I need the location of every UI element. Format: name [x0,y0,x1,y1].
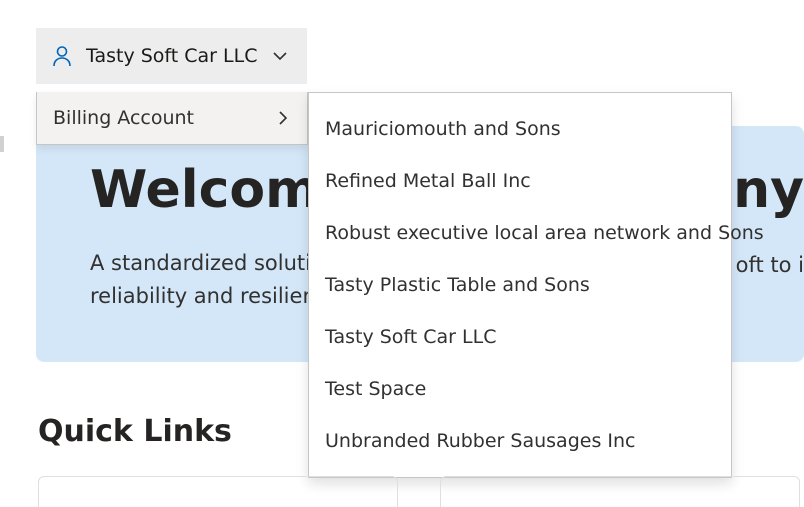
billing-account-option[interactable]: Robust executive local area network and … [309,207,731,259]
person-icon [52,45,72,67]
billing-account-option[interactable]: Tasty Plastic Table and Sons [309,259,731,311]
billing-account-option[interactable]: Refined Metal Ball Inc [309,155,731,207]
chevron-down-icon [271,47,289,65]
quick-links-section: Quick Links [38,414,232,449]
billing-account-option[interactable]: Tasty Soft Car LLC [309,311,731,363]
account-selector-button[interactable]: Tasty Soft Car LLC [36,28,307,84]
billing-account-option[interactable]: Unbranded Rubber Sausages Inc [309,415,731,467]
account-selector-label: Tasty Soft Car LLC [86,45,257,67]
quick-link-card[interactable] [440,476,800,507]
billing-account-option[interactable]: Mauriciomouth and Sons [309,103,731,155]
left-edge-indicator [0,136,4,152]
account-dropdown: Billing Account [36,92,308,145]
billing-account-menu-item[interactable]: Billing Account [37,92,307,144]
billing-account-option[interactable]: Test Space [309,363,731,415]
quick-link-card[interactable] [38,476,398,507]
billing-account-label: Billing Account [53,107,194,129]
billing-account-flyout: Mauriciomouth and Sons Refined Metal Bal… [308,92,732,478]
chevron-right-icon [275,110,291,126]
quick-links-heading: Quick Links [38,414,232,449]
